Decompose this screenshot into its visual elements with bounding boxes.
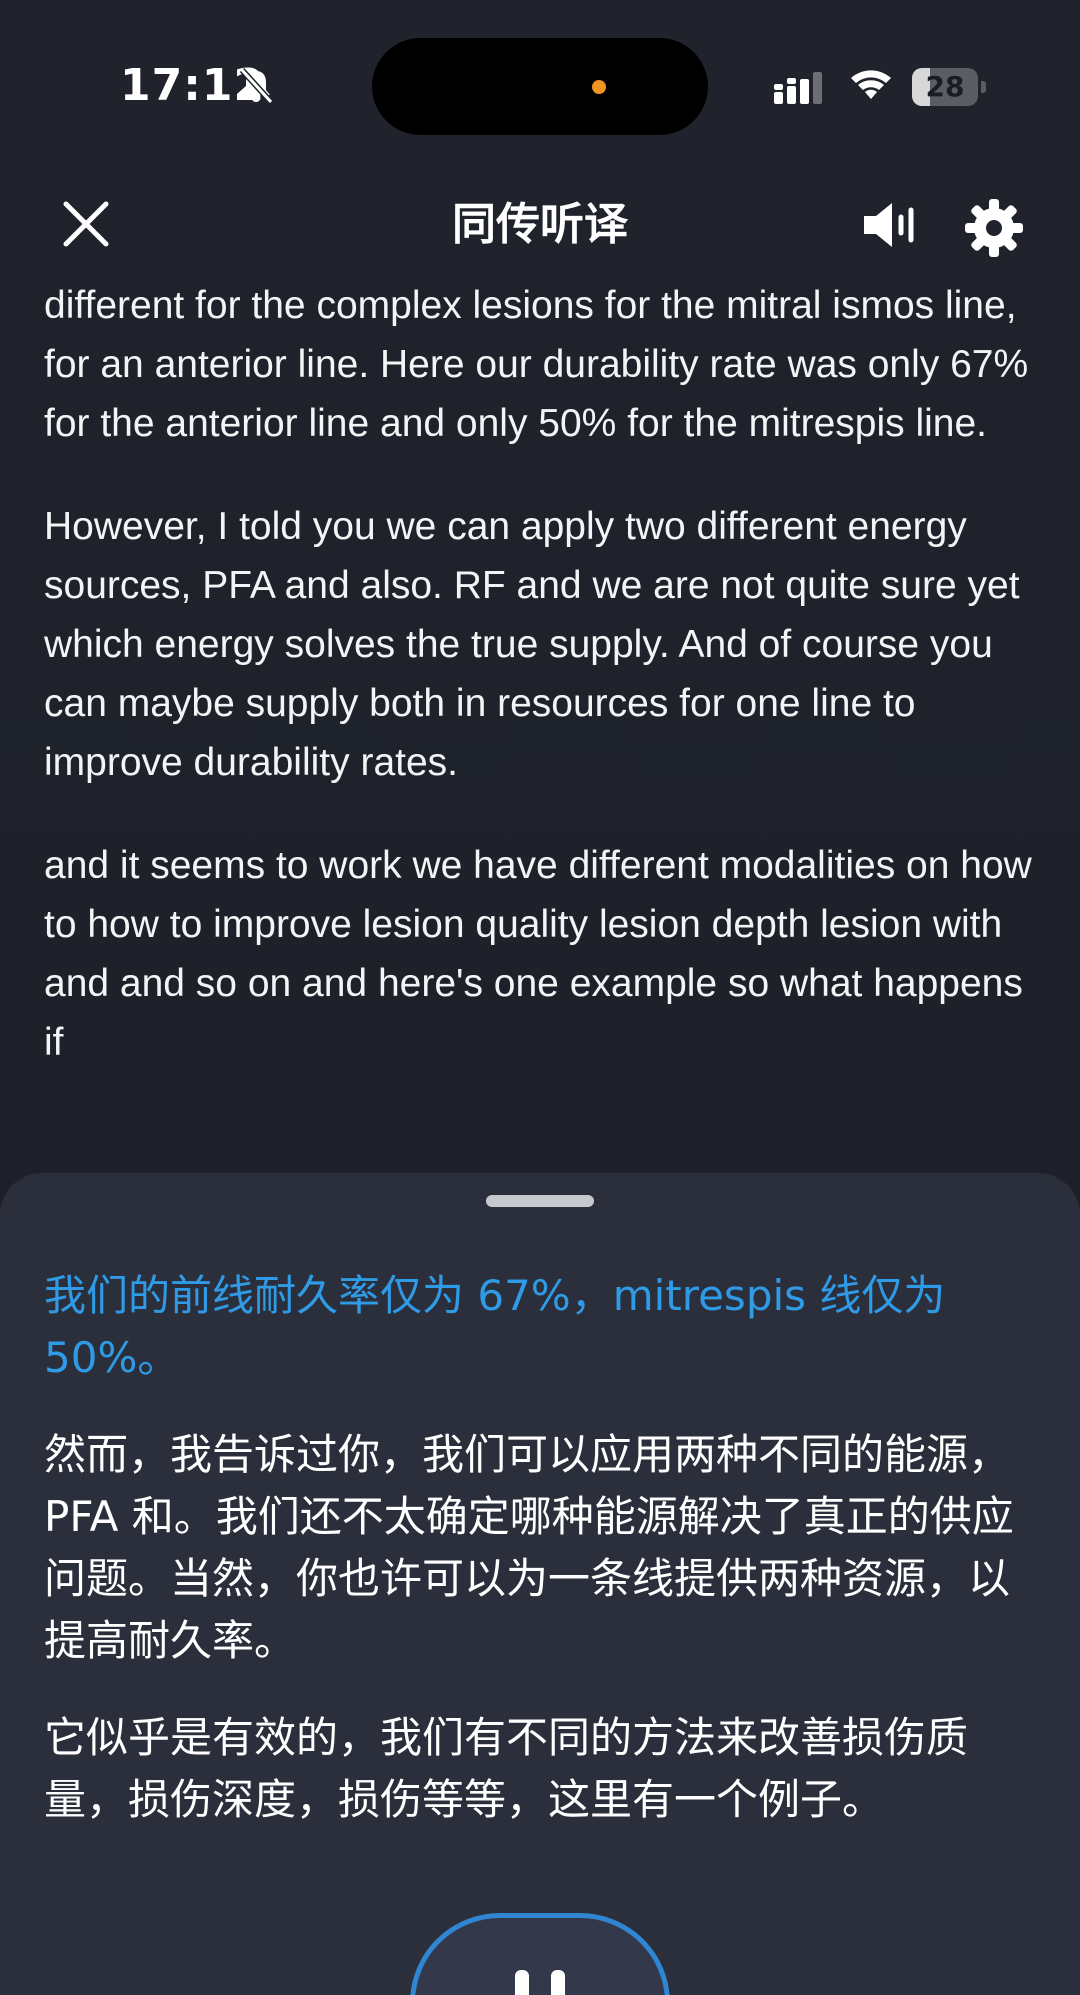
bell-off-icon bbox=[239, 67, 274, 105]
battery-icon: 28 bbox=[912, 68, 986, 106]
translation-paragraph: 然而，我告诉过你，我们可以应用两种不同的能源，PFA 和。我们还不太确定哪种能源… bbox=[44, 1430, 1014, 1665]
translation-paragraph: 它似乎是有效的，我们有不同的方法来改善损伤质量，损伤深度，损伤等等，这里有一个例… bbox=[44, 1713, 969, 1824]
page-title: 同传听译 bbox=[452, 199, 628, 250]
pause-button[interactable] bbox=[410, 1913, 670, 1995]
close-button[interactable] bbox=[58, 196, 114, 252]
transcript-paragraph: However, I told you we can apply two dif… bbox=[44, 505, 1020, 784]
pause-icon bbox=[515, 1970, 565, 1995]
battery-level: 28 bbox=[925, 70, 965, 103]
cellular-signal-icon bbox=[774, 72, 822, 104]
battery-cap bbox=[981, 81, 986, 93]
wifi-icon bbox=[851, 70, 891, 99]
translation-sheet[interactable]: 我们的前线耐久率仅为 67%，mitrespis 线仅为 50%。 然而，我告诉… bbox=[0, 1173, 1080, 1995]
speaker-icon[interactable] bbox=[860, 200, 920, 250]
app-screen: 17:12 28 同传听译 different for the complex … bbox=[0, 0, 1080, 1995]
translation-list: 我们的前线耐久率仅为 67%，mitrespis 线仅为 50%。 然而，我告诉… bbox=[44, 1265, 1040, 1866]
camera-indicator-dot bbox=[592, 80, 606, 94]
translation-paragraph-current: 我们的前线耐久率仅为 67%，mitrespis 线仅为 50%。 bbox=[44, 1271, 946, 1382]
transcript-paragraph: different for the complex lesions for th… bbox=[44, 284, 1029, 445]
sheet-drag-handle[interactable] bbox=[486, 1195, 594, 1207]
gear-icon[interactable] bbox=[964, 198, 1024, 258]
dynamic-island bbox=[372, 38, 708, 135]
transcript-panel[interactable]: different for the complex lesions for th… bbox=[44, 276, 1040, 1136]
battery-body: 28 bbox=[912, 68, 978, 106]
transcript-paragraph: and it seems to work we have different m… bbox=[44, 844, 1032, 1064]
